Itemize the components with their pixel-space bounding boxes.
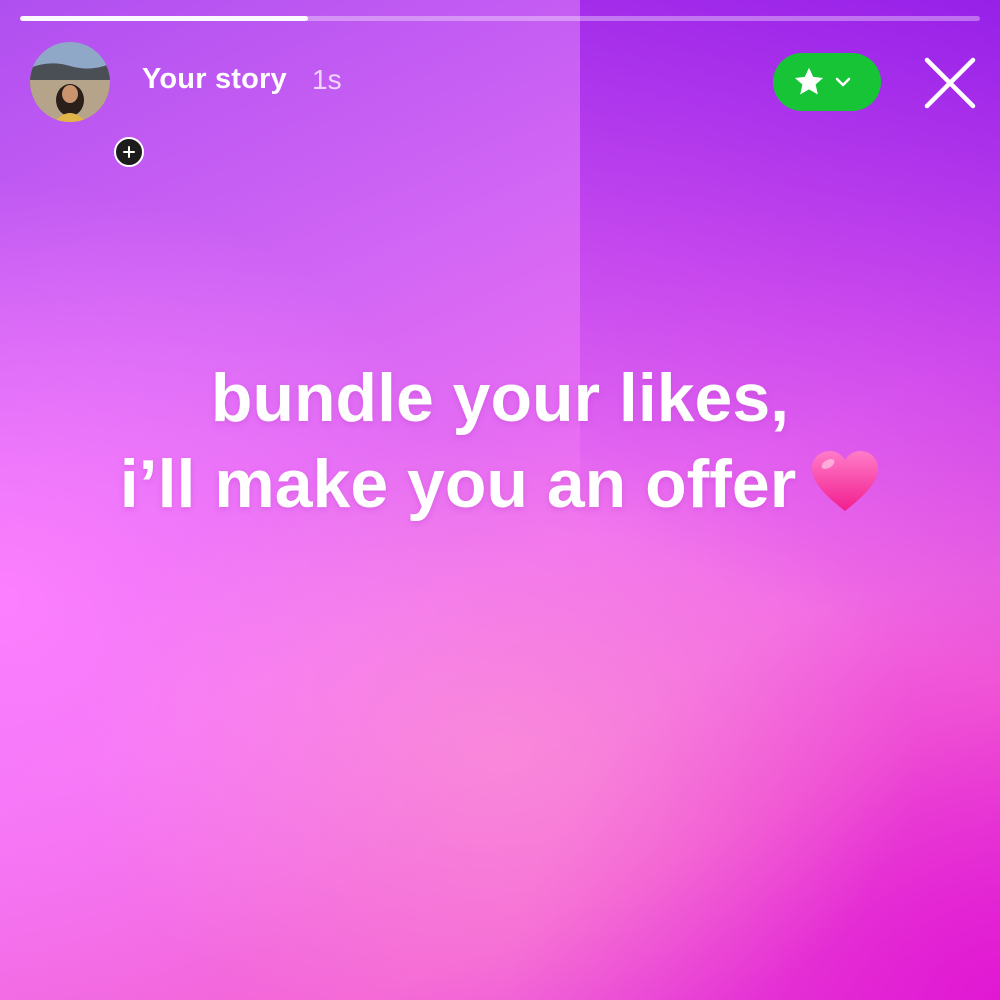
story-progress-fill — [20, 16, 308, 21]
add-story-icon[interactable] — [114, 137, 144, 167]
caption-line-2: i’ll make you an offer — [0, 441, 1000, 527]
caption-line-2-text: i’ll make you an offer — [119, 446, 797, 522]
audience-selector-button[interactable] — [773, 53, 881, 111]
avatar[interactable] — [30, 42, 144, 167]
caption-line-1: bundle your likes, — [210, 360, 790, 436]
chevron-down-icon — [835, 77, 851, 87]
story-caption: bundle your likes, i’ll make you an offe… — [0, 355, 1000, 527]
story-username[interactable]: Your story — [142, 63, 287, 96]
story-viewer[interactable]: Your story 1s bundle your likes, i’ll ma… — [0, 0, 1000, 1000]
story-progress-bar — [20, 16, 980, 21]
star-icon — [794, 67, 824, 95]
heart-icon — [812, 451, 879, 511]
avatar-photo — [30, 42, 110, 122]
close-icon[interactable] — [921, 54, 979, 112]
story-timestamp: 1s — [312, 64, 342, 95]
